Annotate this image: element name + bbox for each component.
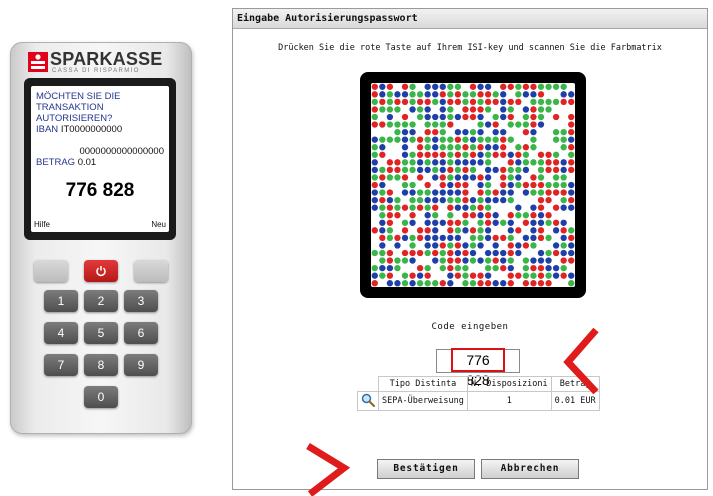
code-input-value: 776 828 — [451, 348, 505, 388]
table-header-tipo: Tipo Distinta — [378, 376, 468, 392]
iban-label: IBAN — [36, 124, 59, 135]
token-question: MÖCHTEN SIE DIE TRANSAKTION AUTORISIEREN… — [36, 91, 121, 124]
key-7[interactable]: 7 — [44, 354, 78, 376]
code-label: Code eingeben — [431, 322, 509, 332]
token-code: 776 828 — [65, 180, 135, 201]
dialog-title: Eingabe Autorisierungspasswort — [233, 9, 707, 29]
key-6[interactable]: 6 — [124, 322, 158, 344]
table-cell-detail[interactable] — [357, 391, 379, 411]
table-cell-n: 1 — [466, 391, 552, 411]
softkey-label-help: Hilfe — [34, 220, 51, 229]
confirm-button[interactable]: Bestätigen — [377, 459, 475, 479]
key-9[interactable]: 9 — [124, 354, 158, 376]
key-5[interactable]: 5 — [84, 322, 118, 344]
key-8[interactable]: 8 — [84, 354, 118, 376]
color-matrix-dots — [371, 83, 575, 287]
power-key[interactable] — [84, 260, 118, 282]
key-2[interactable]: 2 — [84, 290, 118, 312]
cancel-button[interactable]: Abbrechen — [481, 459, 579, 479]
key-1[interactable]: 1 — [44, 290, 78, 312]
token-message: MÖCHTEN SIE DIE TRANSAKTION AUTORISIEREN… — [36, 91, 168, 135]
betrag-value: 0.01 — [77, 157, 97, 168]
table-header-icon-col — [358, 377, 379, 392]
table-cell-betrag: 0.01 EUR — [550, 391, 600, 411]
scan-instruction: Drücken Sie die rote Taste auf Ihrem ISI… — [278, 43, 662, 53]
sparkasse-logo-icon — [28, 52, 48, 72]
sparkasse-brand: SPARKASSE CASSA DI RISPARMIO — [28, 50, 178, 76]
brand-subtitle: CASSA DI RISPARMIO — [52, 68, 140, 74]
iban-value-2: 0000000000000000 — [79, 146, 164, 157]
table-header-betrag: Betrag — [550, 376, 600, 392]
softkey-right[interactable] — [134, 260, 168, 282]
code-input[interactable]: 776 828 — [436, 348, 520, 388]
color-matrix — [371, 83, 575, 287]
betrag-label: BETRAG — [36, 157, 76, 168]
table-header-n: N. Disposizioni — [466, 376, 552, 392]
softkey-left[interactable] — [34, 260, 68, 282]
key-0[interactable]: 0 — [84, 386, 118, 408]
key-3[interactable]: 3 — [124, 290, 158, 312]
table-cell-tipo: SEPA-Überweisung — [378, 391, 468, 411]
authorization-dialog: Eingabe Autorisierungspasswort Drücken S… — [232, 8, 708, 490]
isi-key-token: SPARKASSE CASSA DI RISPARMIO MÖCHTEN SIE… — [10, 42, 192, 434]
table-row: SEPA-Überweisung 1 0.01 EUR — [357, 391, 600, 411]
softkey-label-new: Neu — [151, 220, 166, 229]
magnifier-icon[interactable] — [361, 393, 376, 407]
key-4[interactable]: 4 — [44, 322, 78, 344]
betrag-line: BETRAG 0.01 — [36, 157, 96, 168]
power-icon — [96, 266, 106, 277]
token-display: MÖCHTEN SIE DIE TRANSAKTION AUTORISIEREN… — [31, 86, 169, 232]
token-screen-bezel: MÖCHTEN SIE DIE TRANSAKTION AUTORISIEREN… — [24, 78, 176, 240]
table-header-row: Tipo Distinta N. Disposizioni Betrag — [358, 376, 600, 392]
transaction-table: Tipo Distinta N. Disposizioni Betrag SEP… — [357, 376, 600, 411]
color-matrix-frame — [360, 72, 586, 298]
iban-value-1: IT0000000000 — [60, 124, 123, 135]
brand-name: SPARKASSE — [50, 49, 163, 69]
